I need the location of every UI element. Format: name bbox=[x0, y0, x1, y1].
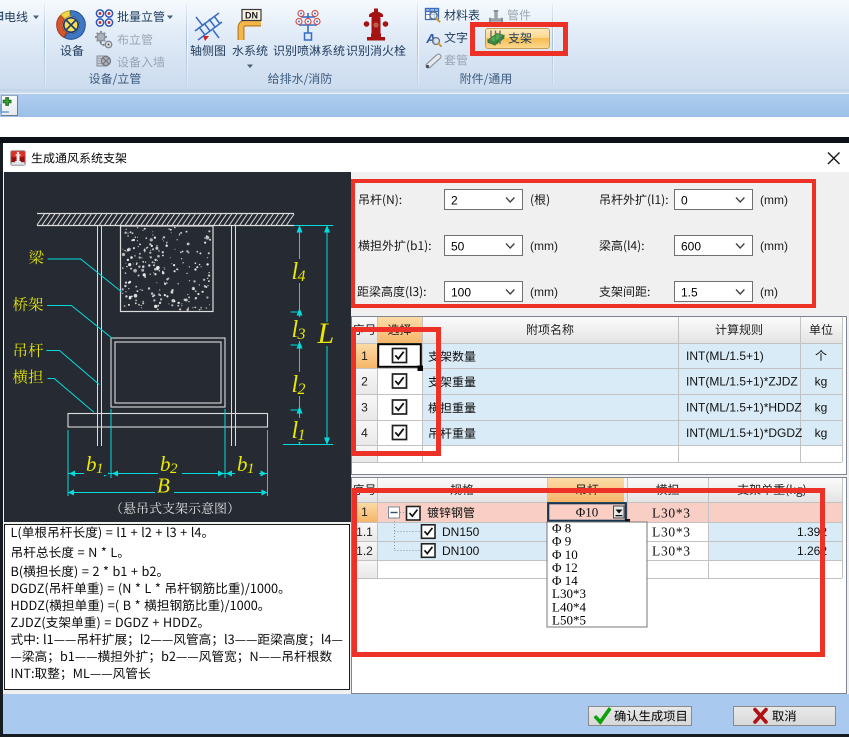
svg-text:1.1: 1.1 bbox=[356, 525, 373, 539]
svg-text:L50*5: L50*5 bbox=[552, 612, 586, 627]
svg-text:1.2: 1.2 bbox=[356, 544, 373, 558]
svg-text:L: L bbox=[317, 317, 335, 350]
svg-text:2: 2 bbox=[298, 381, 306, 398]
svg-text:1.5: 1.5 bbox=[681, 286, 698, 300]
svg-text:1: 1 bbox=[247, 461, 255, 477]
svg-text:1: 1 bbox=[361, 505, 368, 519]
svg-text:INT(ML/1.5+1)*DGDZ: INT(ML/1.5+1)*DGDZ bbox=[686, 426, 802, 440]
svg-text:3: 3 bbox=[297, 326, 306, 343]
svg-text:4: 4 bbox=[298, 268, 306, 285]
svg-text:1: 1 bbox=[96, 461, 104, 477]
svg-text:(mm): (mm) bbox=[530, 285, 558, 299]
svg-text:(m): (m) bbox=[760, 285, 778, 299]
svg-text:2: 2 bbox=[170, 461, 178, 477]
svg-text:2: 2 bbox=[361, 374, 368, 388]
svg-text:b: b bbox=[237, 452, 248, 476]
svg-text:Φ10: Φ10 bbox=[576, 505, 599, 520]
svg-text:(mm): (mm) bbox=[760, 193, 788, 207]
svg-text:DN: DN bbox=[245, 10, 258, 20]
svg-text:100: 100 bbox=[451, 286, 471, 300]
svg-text:DN150: DN150 bbox=[442, 525, 480, 539]
svg-text:b: b bbox=[160, 452, 171, 476]
svg-text:B: B bbox=[157, 474, 170, 498]
svg-text:b: b bbox=[86, 452, 97, 476]
svg-text:0: 0 bbox=[681, 194, 688, 208]
svg-text:(mm): (mm) bbox=[530, 239, 558, 253]
svg-text:INT(ML/1.5+1)*HDDZ: INT(ML/1.5+1)*HDDZ bbox=[686, 400, 802, 414]
svg-text:1: 1 bbox=[298, 427, 306, 444]
svg-text:kg: kg bbox=[815, 374, 828, 388]
svg-text:2: 2 bbox=[451, 194, 458, 208]
svg-text:L30*3: L30*3 bbox=[652, 506, 691, 521]
svg-text:DN100: DN100 bbox=[442, 544, 480, 558]
svg-text:kg: kg bbox=[815, 400, 828, 414]
svg-text:600: 600 bbox=[681, 240, 701, 254]
svg-text:L30*3: L30*3 bbox=[652, 543, 691, 558]
svg-text:50: 50 bbox=[451, 240, 465, 254]
svg-text:1: 1 bbox=[361, 349, 368, 363]
svg-text:(mm): (mm) bbox=[760, 239, 788, 253]
svg-text:4: 4 bbox=[361, 426, 368, 440]
svg-text:kg: kg bbox=[815, 426, 828, 440]
svg-text:INT(ML/1.5+1): INT(ML/1.5+1) bbox=[686, 349, 764, 363]
svg-text:L30*3: L30*3 bbox=[652, 524, 691, 539]
svg-text:INT(ML/1.5+1)*ZJDZ: INT(ML/1.5+1)*ZJDZ bbox=[686, 374, 798, 388]
svg-text:3: 3 bbox=[361, 400, 368, 414]
